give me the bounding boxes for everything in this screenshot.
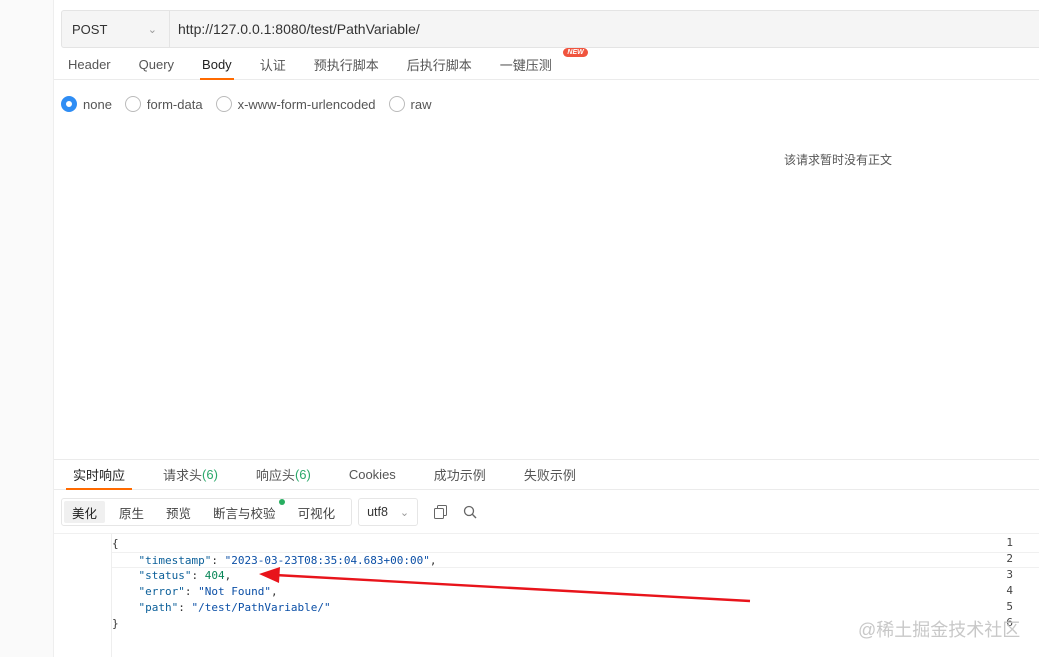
- request-url-bar: POST ⌄ http://127.0.0.1:8080/test/PathVa…: [61, 10, 1039, 48]
- tab-label: Header: [68, 56, 111, 72]
- line-number-gutter: [54, 534, 112, 657]
- left-sidebar-gutter: [0, 0, 54, 657]
- json-value: "/test/PathVariable/": [191, 601, 331, 614]
- json-key: "timestamp": [138, 554, 212, 567]
- radio-button[interactable]: [215, 96, 232, 112]
- encoding-label: utf8: [367, 505, 388, 519]
- tab-label: 后执行脚本: [406, 57, 472, 73]
- code-line: }: [112, 616, 119, 632]
- empty-body-message: 该请求暂时没有正文: [784, 153, 893, 167]
- code-line: "status": 404,: [138, 569, 232, 582]
- view-mode-label: 美化: [72, 506, 98, 521]
- tab-label: 预执行脚本: [313, 57, 379, 73]
- tab-label: 请求头: [163, 468, 203, 483]
- view-mode-label: 断言与校验: [213, 506, 276, 521]
- json-key: "status": [138, 569, 192, 582]
- json-key: "path": [138, 601, 179, 614]
- response-tab-3[interactable]: Cookies: [330, 460, 415, 489]
- tab-count: (6): [294, 467, 311, 482]
- watermark: @稀土掘金技术社区: [858, 620, 1021, 640]
- view-mode-label: 可视化: [297, 506, 336, 521]
- view-mode-button[interactable]: 断言与校验: [205, 499, 285, 523]
- code-line: "timestamp": "2023-03-23T08:35:04.683+00…: [112, 552, 1039, 568]
- new-badge: NEW: [563, 48, 588, 57]
- tab-count: (6): [202, 467, 218, 482]
- json-value: 404: [204, 569, 225, 582]
- tab-label: 成功示例: [433, 468, 486, 483]
- tab-2[interactable]: Body: [188, 49, 246, 80]
- code-line: "error": "Not Found",: [138, 585, 278, 598]
- copy-icon[interactable]: [432, 504, 448, 520]
- radio-button[interactable]: [61, 96, 77, 112]
- url-input[interactable]: http://127.0.0.1:8080/test/PathVariable/: [170, 11, 1039, 47]
- method-label: POST: [72, 21, 108, 37]
- tab-1[interactable]: Query: [125, 49, 188, 79]
- tab-label: 一键压测: [499, 57, 552, 73]
- json-value: "Not Found": [198, 585, 271, 598]
- chevron-down-icon: ⌄: [399, 506, 410, 519]
- radio-label: none: [83, 96, 112, 112]
- radio-2[interactable]: x-www-form-urlencoded: [215, 96, 376, 112]
- radio-1[interactable]: form-data: [124, 96, 203, 112]
- view-mode-group: 美化 原生 预览 断言与校验 可视化: [61, 498, 353, 526]
- view-mode-label: 预览: [166, 506, 192, 521]
- radio-3[interactable]: raw: [388, 96, 432, 112]
- tab-label: 认证: [259, 57, 286, 73]
- radio-button[interactable]: [388, 96, 405, 112]
- response-tab-2[interactable]: 响应头 (6): [237, 460, 330, 489]
- status-dot: [278, 499, 285, 505]
- view-mode-button[interactable]: 美化: [64, 501, 106, 523]
- tab-3[interactable]: 认证: [246, 49, 300, 79]
- tab-4[interactable]: 预执行脚本: [300, 49, 393, 79]
- line-number: 4: [1006, 584, 1013, 597]
- json-punct: ,: [224, 569, 232, 582]
- json-value: "2023-03-23T08:35:04.683+00:00": [224, 554, 430, 567]
- tab-label: 实时响应: [73, 468, 126, 483]
- request-tabs: Header Query Body 认证 预执行脚本 后执行脚本 一键压测 NEW: [54, 48, 1039, 80]
- response-tab-1[interactable]: 请求头 (6): [144, 460, 237, 489]
- view-mode-button[interactable]: 可视化: [290, 501, 344, 523]
- tab-label: Cookies: [348, 467, 396, 482]
- radio-button[interactable]: [124, 96, 141, 112]
- response-tab-0[interactable]: 实时响应: [54, 460, 144, 490]
- json-punct: ,: [429, 554, 437, 567]
- search-icon[interactable]: [462, 504, 478, 520]
- response-tab-4[interactable]: 成功示例: [415, 460, 505, 489]
- tab-5[interactable]: 后执行脚本: [393, 49, 486, 79]
- line-number: 1: [1006, 536, 1013, 549]
- encoding-select[interactable]: utf8 ⌄: [358, 498, 419, 526]
- response-toolbar: 美化 原生 预览 断言与校验 可视化 utf8 ⌄: [61, 498, 478, 526]
- tab-6[interactable]: 一键压测 NEW: [486, 48, 588, 79]
- tab-label: 失败示例: [523, 468, 576, 483]
- code-line: "path": "/test/PathVariable/": [138, 601, 331, 614]
- line-number: 5: [1006, 600, 1013, 613]
- json-key: "error": [138, 585, 185, 598]
- view-mode-button[interactable]: 预览: [158, 501, 199, 523]
- view-mode-label: 原生: [119, 506, 145, 521]
- response-tabs: 实时响应 请求头 (6) 响应头 (6) Cookies 成功示例 失败示例: [54, 459, 1039, 490]
- line-number: 3: [1006, 568, 1013, 581]
- body-type-radios: none form-data x-www-form-urlencoded raw: [61, 96, 445, 112]
- radio-label: form-data: [146, 96, 203, 112]
- response-tab-5[interactable]: 失败示例: [505, 460, 595, 489]
- radio-label: x-www-form-urlencoded: [237, 96, 376, 112]
- code-brace: {: [112, 537, 119, 550]
- tab-0[interactable]: Header: [54, 49, 125, 79]
- code-brace: }: [112, 617, 119, 630]
- json-punct: ,: [270, 585, 278, 598]
- tab-label: Body: [202, 56, 232, 72]
- view-mode-button[interactable]: 原生: [111, 501, 152, 523]
- tab-label: Query: [138, 56, 175, 72]
- method-select[interactable]: POST ⌄: [62, 11, 170, 47]
- code-line: {: [112, 536, 119, 552]
- chevron-down-icon: ⌄: [147, 23, 157, 36]
- tab-label: 响应头: [255, 468, 295, 483]
- radio-0[interactable]: none: [61, 96, 112, 112]
- radio-label: raw: [410, 96, 432, 112]
